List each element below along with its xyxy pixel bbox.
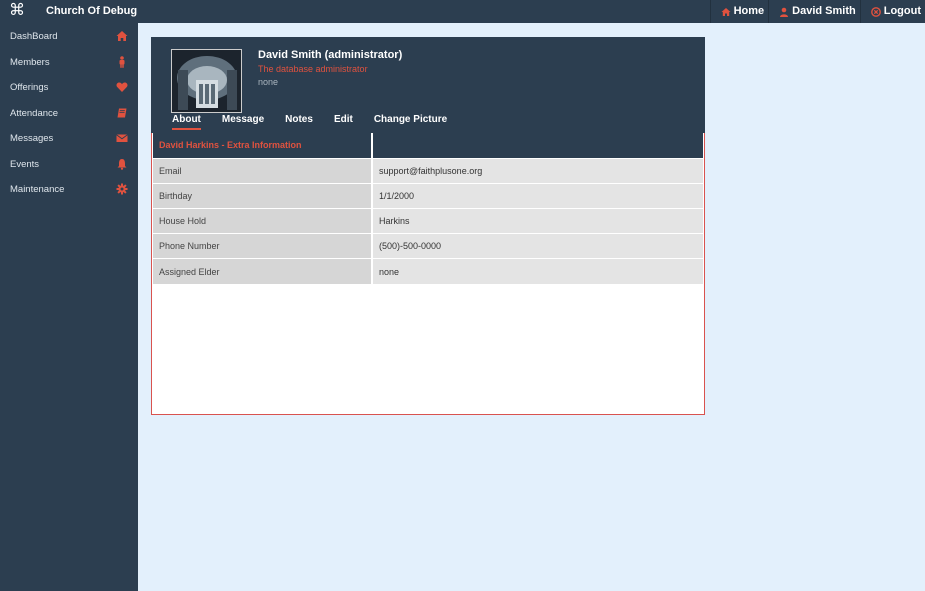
tab-about[interactable]: About (172, 112, 201, 130)
book-icon (117, 108, 127, 117)
row-label-household: House Hold (153, 208, 373, 235)
table-header-row: David Harkins - Extra Information (153, 133, 703, 159)
row-value-household: Harkins (372, 208, 703, 235)
nav-home-button[interactable]: Home (709, 0, 769, 23)
table-header-empty (372, 133, 703, 159)
bell-icon (117, 158, 127, 170)
nav-logout-button[interactable]: Logout (859, 0, 925, 23)
top-navbar: ⌘ Church Of Debug Home David Smith Logou… (0, 0, 925, 23)
tab-notes[interactable]: Notes (285, 112, 313, 130)
home-icon (721, 7, 731, 16)
sidebar: DashBoard Members Offerings Attendance M… (0, 23, 138, 591)
tab-change-picture[interactable]: Change Picture (374, 112, 447, 130)
top-nav: Home David Smith Logout (709, 0, 925, 23)
tab-message[interactable]: Message (222, 112, 264, 130)
table-row: Phone Number (500)-500-0000 (153, 233, 703, 260)
avatar-image (172, 50, 241, 112)
nav-logout-label: Logout (883, 5, 921, 17)
sidebar-item-dashboard[interactable]: DashBoard (0, 24, 138, 50)
row-label-elder: Assigned Elder (153, 258, 373, 285)
row-value-birthday: 1/1/2000 (372, 183, 703, 210)
close-circle-icon (870, 6, 881, 17)
tab-edit[interactable]: Edit (334, 112, 353, 130)
sidebar-item-label: Maintenance (10, 184, 65, 195)
table-header-title: David Harkins - Extra Information (153, 133, 373, 159)
sidebar-item-maintenance[interactable]: Maintenance (0, 177, 138, 203)
profile-name: David Smith (administrator) (258, 49, 403, 61)
person-icon (119, 55, 125, 68)
row-label-phone: Phone Number (153, 233, 373, 260)
table-row: House Hold Harkins (153, 208, 703, 235)
row-value-email: support@faithplusone.org (372, 158, 703, 184)
gear-icon (116, 183, 128, 195)
sidebar-item-events[interactable]: Events (0, 152, 138, 178)
sidebar-item-label: Messages (10, 133, 54, 144)
table-row: Email support@faithplusone.org (153, 158, 703, 184)
sidebar-item-attendance[interactable]: Attendance (0, 101, 138, 127)
command-icon[interactable]: ⌘ (9, 2, 25, 20)
row-label-birthday: Birthday (153, 183, 373, 210)
profile-extra: none (258, 77, 279, 87)
profile-role: The database administrator (258, 64, 368, 74)
nav-home-label: Home (733, 5, 765, 17)
row-label-email: Email (153, 158, 373, 184)
profile-panel: David Smith (administrator) The database… (151, 37, 705, 415)
avatar (171, 49, 242, 113)
profile-header: David Smith (administrator) The database… (151, 37, 705, 133)
envelope-icon (116, 134, 128, 142)
sidebar-item-label: Events (10, 158, 40, 170)
row-value-elder: none (372, 258, 703, 285)
user-icon (780, 7, 789, 17)
brand-title[interactable]: Church Of Debug (46, 0, 137, 23)
extra-info-table: David Harkins - Extra Information Email … (153, 133, 703, 285)
sidebar-item-label: Members (10, 56, 50, 68)
sidebar-item-messages[interactable]: Messages (0, 126, 138, 152)
sidebar-item-label: DashBoard (10, 31, 58, 42)
home-icon (116, 31, 128, 41)
sidebar-item-offerings[interactable]: Offerings (0, 75, 138, 101)
sidebar-item-members[interactable]: Members (0, 50, 138, 76)
profile-tabs: About Message Notes Edit Change Picture (172, 112, 468, 130)
table-row: Assigned Elder none (153, 258, 703, 285)
nav-user-label: David Smith (792, 5, 856, 17)
sidebar-item-label: Offerings (10, 82, 49, 93)
heart-icon (116, 82, 128, 92)
nav-user-button[interactable]: David Smith (768, 0, 860, 23)
row-value-phone: (500)-500-0000 (372, 233, 703, 260)
table-row: Birthday 1/1/2000 (153, 183, 703, 210)
sidebar-item-label: Attendance (10, 107, 59, 119)
